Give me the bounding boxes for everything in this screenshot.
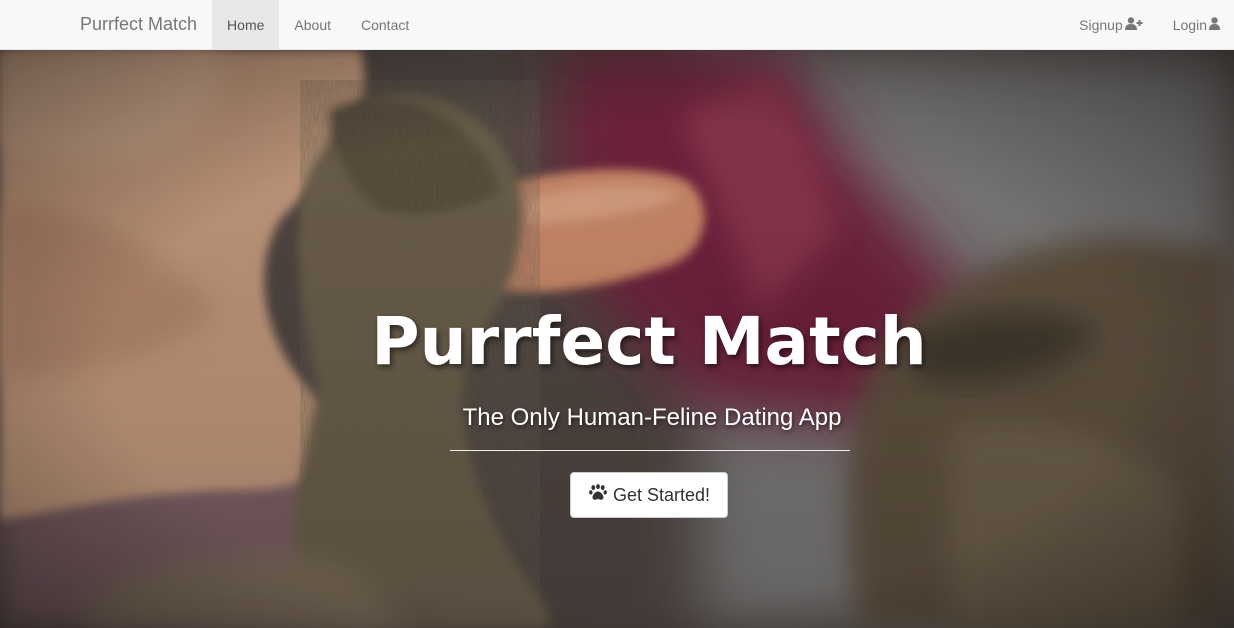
hero-subtitle: The Only Human-Feline Dating App bbox=[462, 404, 842, 431]
hero-divider bbox=[450, 450, 850, 451]
hero-title: Purrfect Match bbox=[371, 303, 927, 380]
nav-link-about[interactable]: About bbox=[279, 0, 346, 49]
signup-link[interactable]: Signup bbox=[1064, 0, 1158, 49]
login-label: Login bbox=[1172, 16, 1207, 33]
nav-right-links: Signup Login bbox=[1064, 0, 1234, 49]
login-link[interactable]: Login bbox=[1158, 0, 1234, 49]
user-icon bbox=[1209, 16, 1220, 33]
hero-section: Purrfect Match The Only Human-Feline Dat… bbox=[0, 50, 1234, 628]
get-started-button[interactable]: Get Started! bbox=[569, 472, 729, 518]
paw-icon bbox=[589, 484, 607, 506]
brand-link[interactable]: Purrfect Match bbox=[80, 0, 212, 49]
nav-links: Home About Contact bbox=[212, 0, 424, 49]
user-plus-icon bbox=[1124, 16, 1143, 33]
signup-label: Signup bbox=[1079, 16, 1123, 33]
hero-content: Purrfect Match The Only Human-Feline Dat… bbox=[0, 50, 1234, 628]
nav-link-home[interactable]: Home bbox=[212, 0, 280, 49]
nav-link-contact[interactable]: Contact bbox=[346, 0, 424, 49]
get-started-label: Get Started! bbox=[612, 484, 711, 505]
navbar: Purrfect Match Home About Contact Signup… bbox=[0, 0, 1234, 50]
